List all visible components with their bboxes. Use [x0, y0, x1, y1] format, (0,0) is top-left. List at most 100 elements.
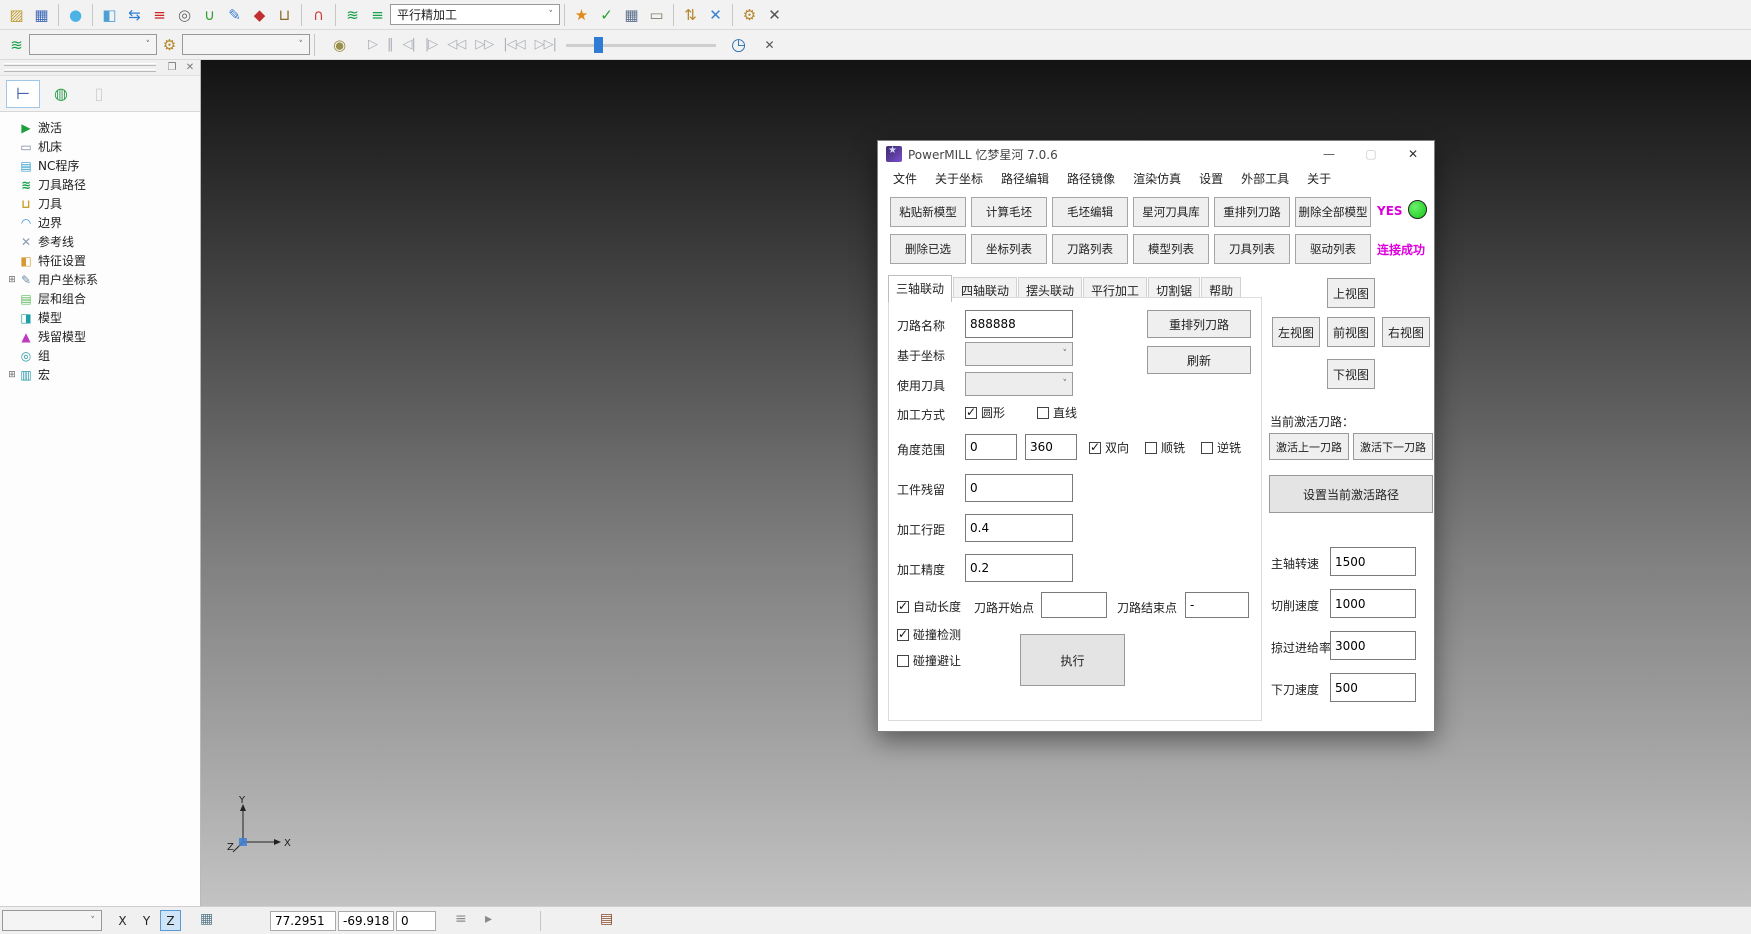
minimize-button[interactable]: —	[1308, 141, 1350, 167]
mode-line-checkbox[interactable]: 直线	[1037, 404, 1077, 421]
drafting-icon[interactable]: ✎	[222, 2, 247, 27]
set-active-path-button[interactable]: 设置当前激活路径	[1269, 475, 1433, 513]
calculator-icon[interactable]: ▦	[619, 2, 644, 27]
expander-icon[interactable]: ⊞	[6, 275, 18, 285]
axis-x-button[interactable]: X	[112, 910, 133, 931]
axis-z-button[interactable]: Z	[160, 910, 181, 931]
coord-x-input[interactable]	[270, 911, 336, 931]
cutting-speed-input[interactable]	[1330, 589, 1416, 618]
speed-slider[interactable]	[566, 35, 716, 55]
stock-remain-input[interactable]	[965, 474, 1073, 502]
angle-to-input[interactable]	[1025, 434, 1077, 460]
strategy-combobox[interactable]: 平行精加工 ˅	[390, 4, 560, 25]
view-front-button[interactable]: 前视图	[1327, 317, 1375, 347]
step-back-icon[interactable]: ◁|	[403, 37, 415, 52]
slider-handle[interactable]	[594, 37, 603, 53]
drive-list-button[interactable]: 驱动列表	[1295, 234, 1371, 264]
status-combobox[interactable]: ˅	[2, 910, 102, 931]
tree-item-toolpaths[interactable]: ≋ 刀具路径	[6, 175, 200, 194]
tolerance-input[interactable]	[965, 554, 1073, 582]
start-point-input[interactable]	[1041, 592, 1107, 618]
pause-icon[interactable]: ‖	[387, 37, 393, 52]
flame-tool-icon[interactable]: ★	[569, 2, 594, 27]
strategy-list-icon[interactable]: ≡	[365, 2, 390, 27]
pointer-icon[interactable]: ▸	[485, 911, 492, 927]
spindle-speed-input[interactable]	[1330, 547, 1416, 576]
panel-float-icon[interactable]: ❐	[164, 61, 180, 74]
menu-path-mirror[interactable]: 路径镜像	[1058, 168, 1124, 190]
tree-item-boundaries[interactable]: ◠ 边界	[6, 213, 200, 232]
tree-item-feature-sets[interactable]: ◧ 特征设置	[6, 251, 200, 270]
collision-arc-icon[interactable]: ∩	[306, 2, 331, 27]
delete-selected-button[interactable]: 删除已选	[890, 234, 966, 264]
tree-item-tools[interactable]: ⊔ 刀具	[6, 194, 200, 213]
menu-about[interactable]: 关于	[1298, 168, 1340, 190]
tree-item-activate[interactable]: ▶ 激活	[6, 118, 200, 137]
lightbulb-icon[interactable]: ◉	[327, 32, 352, 57]
raster-path-icon[interactable]: ⇆	[122, 2, 147, 27]
tree-item-workplanes[interactable]: ⊞ ✎ 用户坐标系	[6, 270, 200, 289]
based-coord-combobox[interactable]: ˅	[965, 342, 1073, 366]
points-icon[interactable]: ◆	[247, 2, 272, 27]
tree-item-groups[interactable]: ◎ 组	[6, 346, 200, 365]
plunge-speed-input[interactable]	[1330, 673, 1416, 702]
coord-list-button[interactable]: 坐标列表	[971, 234, 1047, 264]
tree-item-stock-models[interactable]: ▲ 残留模型	[6, 327, 200, 346]
tool-ball-icon[interactable]: ◎	[172, 2, 197, 27]
go-end-icon[interactable]: ▷▷|	[535, 37, 556, 52]
clamp-icon[interactable]: ∪	[197, 2, 222, 27]
powermill-toolpath-icon[interactable]: ≋	[340, 2, 365, 27]
step-forward-icon[interactable]: |▷	[425, 37, 437, 52]
mounted-tools-icon[interactable]: ⚙	[737, 2, 762, 27]
boundary-list-icon[interactable]: ≡	[147, 2, 172, 27]
toolholder-icon[interactable]: ⊔	[272, 2, 297, 27]
tool-library-button[interactable]: 星河刀具库	[1133, 197, 1209, 227]
tool-change-icon[interactable]: ⇅	[678, 2, 703, 27]
list-edit-icon[interactable]: ≡	[455, 911, 467, 927]
view-right-button[interactable]: 右视图	[1382, 317, 1430, 347]
axis-y-button[interactable]: Y	[136, 910, 157, 931]
menu-path-edit[interactable]: 路径编辑	[992, 168, 1058, 190]
block-edit-button[interactable]: 毛坯编辑	[1052, 197, 1128, 227]
grid-icon[interactable]: ▦	[200, 911, 213, 927]
activate-next-button[interactable]: 激活下一刀路	[1353, 433, 1433, 460]
save-project-icon[interactable]: ▦	[29, 2, 54, 27]
play-icon[interactable]: ▷	[368, 37, 377, 52]
coord-y-input[interactable]	[338, 911, 394, 931]
tree-item-levels-sets[interactable]: ▤ 层和组合	[6, 289, 200, 308]
mode-circle-checkbox[interactable]: 圆形	[965, 404, 1005, 421]
explorer-trash-button[interactable]: ▯	[82, 80, 116, 108]
tree-item-patterns[interactable]: ✕ 参考线	[6, 232, 200, 251]
toolbar-close-icon[interactable]: ✕	[762, 2, 787, 27]
pages-icon[interactable]: ▤	[600, 911, 613, 927]
menu-render-sim[interactable]: 渲染仿真	[1124, 168, 1190, 190]
execute-button[interactable]: 执行	[1020, 634, 1125, 686]
rewind-icon[interactable]: ◁◁	[447, 37, 465, 52]
rearrange-toolpaths-button[interactable]: 重排列刀路	[1214, 197, 1290, 227]
go-start-icon[interactable]: |◁◁	[503, 37, 524, 52]
conventional-mill-checkbox[interactable]: 逆铣	[1201, 439, 1241, 456]
open-project-icon[interactable]: ▨	[4, 2, 29, 27]
view-bottom-button[interactable]: 下视图	[1327, 359, 1375, 389]
tool-list-button[interactable]: 刀具列表	[1214, 234, 1290, 264]
menu-settings[interactable]: 设置	[1190, 168, 1232, 190]
menu-about-coords[interactable]: 关于坐标	[926, 168, 992, 190]
angle-from-input[interactable]	[965, 434, 1017, 460]
close-button[interactable]: ✕	[1392, 141, 1434, 167]
menu-external-tools[interactable]: 外部工具	[1232, 168, 1298, 190]
skim-feed-input[interactable]	[1330, 631, 1416, 660]
rearrange-toolpaths-button-2[interactable]: 重排列刀路	[1147, 310, 1251, 338]
auto-length-checkbox[interactable]: 自动长度	[897, 598, 961, 615]
delete-all-models-button[interactable]: 删除全部模型	[1295, 197, 1371, 227]
sim-toolpath-combobox[interactable]: ˅	[29, 34, 157, 55]
compute-block-button[interactable]: 计算毛坯	[971, 197, 1047, 227]
view-left-button[interactable]: 左视图	[1272, 317, 1320, 347]
fast-forward-icon[interactable]: ▷▷	[475, 37, 493, 52]
crossed-tools-icon[interactable]: ✕	[703, 2, 728, 27]
toolbar-close-icon[interactable]: ✕	[757, 32, 782, 57]
use-tool-combobox[interactable]: ˅	[965, 372, 1073, 396]
climb-mill-checkbox[interactable]: 顺铣	[1145, 439, 1185, 456]
activate-prev-button[interactable]: 激活上一刀路	[1269, 433, 1349, 460]
toolpath-name-input[interactable]	[965, 310, 1073, 338]
sim-tool-combobox[interactable]: ˅	[182, 34, 310, 55]
